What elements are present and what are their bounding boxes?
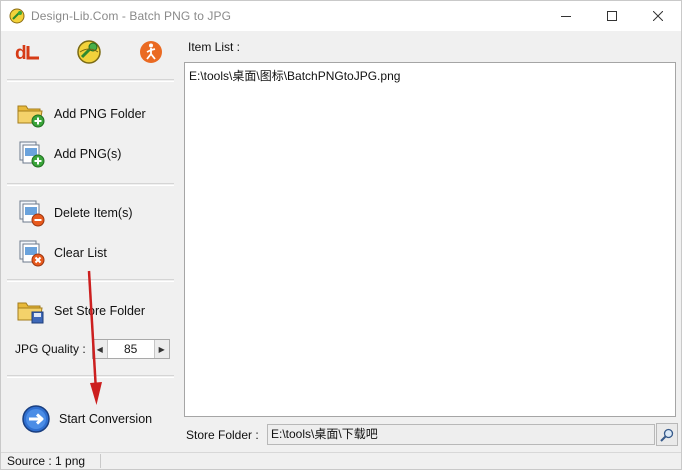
add-pngs-button[interactable]: Add PNG(s): [16, 138, 171, 170]
app-logo-icon: [9, 8, 25, 24]
add-folder-icon: [16, 99, 46, 129]
store-folder-label: Store Folder :: [186, 428, 259, 442]
item-list[interactable]: E:\tools\桌面\图标\BatchPNGtoJPG.png: [184, 62, 676, 417]
maximize-button[interactable]: [589, 1, 635, 31]
add-pngs-label: Add PNG(s): [54, 147, 122, 161]
status-divider: [100, 454, 101, 468]
minimize-button[interactable]: [543, 1, 589, 31]
list-item[interactable]: E:\tools\桌面\图标\BatchPNGtoJPG.png: [189, 67, 400, 84]
toolbar-icons: d: [4, 32, 177, 78]
jpg-quality-value[interactable]: 85: [106, 340, 155, 358]
chevron-right-icon: ▶: [158, 344, 165, 354]
design-lib-logo[interactable]: d: [14, 38, 42, 66]
source-count: Source : 1 png: [7, 454, 86, 468]
add-image-icon: [16, 139, 46, 169]
help-button[interactable]: [75, 38, 103, 66]
help-globe-icon: [77, 40, 101, 64]
close-button[interactable]: [635, 1, 681, 31]
delete-items-button[interactable]: Delete Item(s): [16, 197, 171, 229]
about-button[interactable]: [137, 38, 165, 66]
store-folder-field[interactable]: E:\tools\桌面\下载吧: [267, 424, 655, 445]
minimize-icon: [561, 16, 571, 17]
jpg-quality-label: JPG Quality :: [15, 342, 86, 356]
clear-list-button[interactable]: Clear List: [16, 237, 171, 269]
delete-items-label: Delete Item(s): [54, 206, 133, 220]
add-png-folder-label: Add PNG Folder: [54, 107, 146, 121]
window-title: Design-Lib.Com - Batch PNG to JPG: [31, 9, 232, 23]
app-window: Design-Lib.Com - Batch PNG to JPG d Add …: [0, 0, 682, 470]
add-png-folder-button[interactable]: Add PNG Folder: [16, 98, 171, 130]
item-list-label: Item List :: [188, 40, 241, 54]
annotation-arrow-icon: [87, 270, 102, 405]
start-arrow-icon: [21, 404, 51, 434]
increase-button[interactable]: ▶: [154, 340, 169, 358]
start-conversion-label: Start Conversion: [59, 412, 153, 426]
status-bar: Source : 1 png: [1, 452, 681, 469]
browse-button[interactable]: [656, 423, 678, 446]
clear-list-label: Clear List: [54, 246, 107, 260]
separator: [7, 79, 174, 82]
search-icon: [660, 428, 674, 442]
about-runner-icon: [140, 41, 162, 63]
store-folder-icon: [16, 296, 46, 326]
clear-list-icon: [16, 238, 46, 268]
svg-text:d: d: [15, 43, 27, 64]
title-bar: Design-Lib.Com - Batch PNG to JPG: [1, 1, 681, 31]
maximize-icon: [607, 11, 617, 21]
close-icon: [653, 11, 663, 21]
separator: [7, 183, 174, 186]
delete-image-icon: [16, 198, 46, 228]
design-lib-logo-icon: d: [15, 43, 39, 64]
